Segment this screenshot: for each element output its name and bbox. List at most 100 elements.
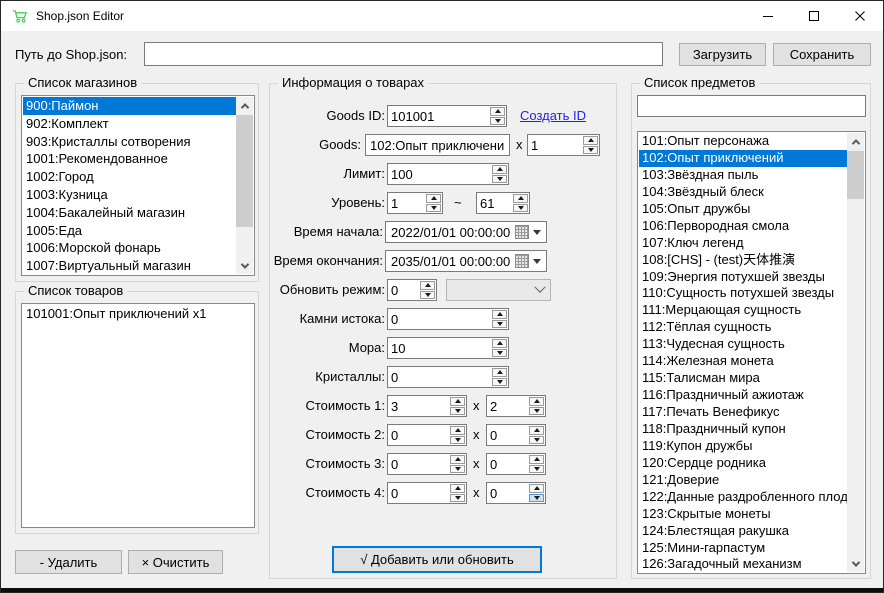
scroll-down-icon[interactable] [847,555,864,572]
spin-down-icon[interactable] [450,465,465,474]
spin-down-icon[interactable] [490,117,505,126]
cost3-count-input[interactable] [487,454,528,474]
maximize-button[interactable] [791,1,837,31]
spin-down-icon[interactable] [529,494,544,503]
list-item[interactable]: 1003:Кузница [23,186,236,204]
spin-down-icon[interactable] [420,291,435,300]
list-item[interactable]: 106:Первородная смола [639,218,847,235]
goods-input[interactable] [365,134,510,156]
list-item[interactable]: 115:Талисман мира [639,370,847,387]
list-item[interactable]: 1004:Бакалейный магазин [23,204,236,222]
list-item[interactable]: 902:Комплект [23,115,236,133]
mora-input[interactable] [388,338,491,358]
list-item[interactable]: 114:Железная монета [639,353,847,370]
spin-down-icon[interactable] [492,378,507,387]
item-list-scrollbar[interactable] [847,133,864,572]
list-item[interactable]: 122:Данные раздробленного плода [639,489,847,506]
list-item[interactable]: 111:Мерцающая сущность [639,302,847,319]
list-item[interactable]: 1007:Виртуальный магазин [23,257,236,274]
cost1-item-input[interactable] [388,396,449,416]
refresh-mode-input[interactable] [388,280,419,300]
list-item[interactable]: 107:Ключ легенд [639,235,847,252]
list-item[interactable]: 123:Скрытые монеты [639,506,847,523]
spin-down-icon[interactable] [492,349,507,358]
spin-up-icon[interactable] [492,165,507,174]
scroll-up-icon[interactable] [236,97,253,114]
list-item[interactable]: 102:Опыт приключений [639,150,847,167]
spin-down-icon[interactable] [492,175,507,184]
list-item[interactable]: 101001:Опыт приключений x1 [23,305,253,323]
delete-button[interactable]: - Удалить [15,550,122,574]
list-item[interactable]: 1005:Еда [23,222,236,240]
cost3-item-input[interactable] [388,454,449,474]
list-item[interactable]: 112:Тёплая сущность [639,319,847,336]
spin-down-icon[interactable] [583,146,598,155]
spin-up-icon[interactable] [492,368,507,377]
shop-list-scrollbar[interactable] [236,97,253,274]
spin-up-icon[interactable] [529,426,544,435]
create-id-link[interactable]: Создать ID [520,105,586,127]
spin-down-icon[interactable] [529,436,544,445]
spin-down-icon[interactable] [426,204,441,213]
spin-down-icon[interactable] [450,436,465,445]
refresh-mode-combo[interactable] [446,279,551,301]
spin-up-icon[interactable] [420,281,435,290]
spin-up-icon[interactable] [450,397,465,406]
list-item[interactable]: 103:Звёздная пыль [639,167,847,184]
spin-up-icon[interactable] [529,397,544,406]
dropdown-arrow-icon[interactable] [533,259,541,264]
list-item[interactable]: 109:Энергия потухшей звезды [639,269,847,286]
minimize-button[interactable] [745,1,791,31]
crystals-input[interactable] [388,367,491,387]
spin-up-icon[interactable] [450,455,465,464]
spin-up-icon[interactable] [492,339,507,348]
scrollbar-thumb[interactable] [847,151,864,199]
list-item[interactable]: 903:Кристаллы сотворения [23,133,236,151]
spin-down-icon[interactable] [513,204,528,213]
close-button[interactable] [837,1,883,31]
spin-down-icon[interactable] [450,407,465,416]
spin-down-icon[interactable] [450,494,465,503]
dropdown-arrow-icon[interactable] [533,230,541,235]
scroll-up-icon[interactable] [847,133,864,150]
goods-count-input[interactable] [528,135,582,155]
scroll-down-icon[interactable] [236,257,253,274]
cost2-count-input[interactable] [487,425,528,445]
spin-up-icon[interactable] [529,484,544,493]
spin-up-icon[interactable] [490,107,505,116]
level-min-input[interactable] [388,193,425,213]
path-input[interactable] [144,42,663,66]
list-item[interactable]: 124:Блестящая ракушка [639,523,847,540]
list-item[interactable]: 118:Праздничный купон [639,421,847,438]
list-item[interactable]: 1001:Рекомендованное [23,150,236,168]
limit-input[interactable] [388,164,491,184]
spin-up-icon[interactable] [583,136,598,145]
list-item[interactable]: 116:Праздничный ажиотаж [639,387,847,404]
spin-down-icon[interactable] [529,407,544,416]
list-item[interactable]: 119:Купон дружбы [639,438,847,455]
list-item[interactable]: 121:Доверие [639,472,847,489]
begin-time-picker[interactable]: 2022/01/01 00:00:00 [385,221,547,243]
primogems-input[interactable] [388,309,491,329]
level-max-input[interactable] [477,193,512,213]
list-item[interactable]: 104:Звёздный блеск [639,184,847,201]
list-item[interactable]: 120:Сердце родника [639,455,847,472]
spin-down-icon[interactable] [492,320,507,329]
end-time-picker[interactable]: 2035/01/01 00:00:00 [385,250,547,272]
spin-up-icon[interactable] [426,194,441,203]
list-item[interactable]: 105:Опыт дружбы [639,201,847,218]
list-item[interactable]: 101:Опыт персонажа [639,133,847,150]
list-item[interactable]: 113:Чудесная сущность [639,336,847,353]
cost1-count-input[interactable] [487,396,528,416]
save-button[interactable]: Сохранить [773,43,871,66]
list-item[interactable]: 1006:Морской фонарь [23,239,236,257]
spin-up-icon[interactable] [513,194,528,203]
list-item[interactable]: 125:Мини-гарпастум [639,540,847,557]
load-button[interactable]: Загрузить [679,43,766,66]
list-item[interactable]: 900:Паймон [23,97,236,115]
spin-up-icon[interactable] [492,310,507,319]
scrollbar-thumb[interactable] [236,115,253,227]
list-item[interactable]: 108:[CHS] - (test)天体推演 [639,252,847,269]
clear-button[interactable]: × Очистить [128,550,223,574]
list-item[interactable]: 117:Печать Венефикус [639,404,847,421]
